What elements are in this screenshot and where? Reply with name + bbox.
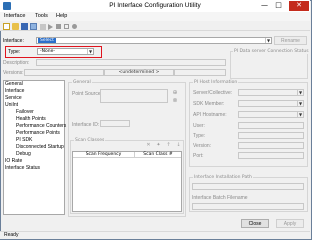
pi-server-status-title: PI Data server Connection Status xyxy=(233,49,310,54)
description-field[interactable] xyxy=(36,59,226,66)
delete-icon[interactable] xyxy=(40,24,46,30)
versions-field-left xyxy=(24,69,104,76)
chevron-down-icon: ▼ xyxy=(297,112,303,117)
col-scan-class[interactable]: Scan Class # xyxy=(135,152,181,158)
versions-field-right xyxy=(174,69,226,76)
nav-item-interface[interactable]: Interface xyxy=(5,88,24,94)
server-collective-select[interactable]: ▼ xyxy=(238,89,304,96)
chevron-down-icon: ▼ xyxy=(297,90,303,95)
nav-item-uniint[interactable]: UniInt xyxy=(5,102,18,108)
server-collective-label: Server/Collective: xyxy=(193,90,233,96)
install-path-title: Interface Installation Path xyxy=(193,175,253,180)
general-group-title: General xyxy=(72,80,92,85)
version-label: Version: xyxy=(193,143,212,149)
point-source-field[interactable] xyxy=(100,89,168,103)
nav-item-performance-counters[interactable]: Performance Counters xyxy=(16,123,66,129)
arrow-down-icon[interactable]: ↓ xyxy=(174,142,183,149)
interface-select[interactable]: Select ▼ xyxy=(36,37,272,44)
nav-item-general[interactable]: General xyxy=(5,81,23,87)
type-select-value: -None- xyxy=(40,49,55,54)
interface-label: Interface: xyxy=(3,38,24,44)
nav-item-health-points[interactable]: Health Points xyxy=(16,116,46,122)
nav-item-performance-points[interactable]: Performance Points xyxy=(16,130,60,136)
nav-item-debug[interactable]: Debug xyxy=(16,151,31,157)
type-info-field xyxy=(238,132,304,139)
stop-icon[interactable] xyxy=(56,24,61,29)
nav-item-disconnected-startup[interactable]: Disconnected Startup xyxy=(16,144,64,150)
type-info-label: Type: xyxy=(193,133,206,139)
start-icon[interactable] xyxy=(48,24,53,30)
chevron-down-icon: ▼ xyxy=(87,49,93,54)
nav-item-service[interactable]: Service xyxy=(5,95,22,101)
batch-filename-label: Interface Batch Filename xyxy=(192,195,248,201)
status-text: Ready xyxy=(4,232,19,238)
api-hostname-label: API Hostname: xyxy=(193,112,227,118)
maximize-button[interactable]: □ xyxy=(272,1,285,11)
toolbar xyxy=(0,21,310,31)
close-button[interactable]: Close xyxy=(241,219,269,228)
add-icon[interactable]: ⊕ xyxy=(171,89,179,96)
nav-item-interface-status[interactable]: Interface Status xyxy=(5,165,40,171)
api-hostname-select[interactable]: ▼ xyxy=(238,111,304,118)
remove-icon[interactable]: ⊗ xyxy=(171,97,179,104)
arrow-up-icon[interactable]: ↑ xyxy=(164,142,173,149)
chevron-down-icon: ▼ xyxy=(265,38,271,43)
refresh-icon[interactable] xyxy=(72,24,77,29)
type-select[interactable]: -None- ▼ xyxy=(37,48,94,55)
interface-id-label: Interface ID: xyxy=(72,122,100,128)
sdk-member-select[interactable]: ▼ xyxy=(238,100,304,107)
user-label: User: xyxy=(193,123,205,129)
interface-id-field[interactable] xyxy=(100,120,130,127)
type-label: Type: xyxy=(8,49,21,55)
open-folder-icon[interactable] xyxy=(12,23,19,30)
minimize-button[interactable]: — xyxy=(258,1,271,11)
scan-classes-table xyxy=(72,151,182,212)
batch-filename-field xyxy=(192,203,304,210)
versions-label: Versions: xyxy=(3,70,24,76)
nav-item-pi-sdk[interactable]: PI SDK xyxy=(16,137,32,143)
install-path-field xyxy=(192,183,304,190)
pi-server-status-group: PI Data server Connection Status xyxy=(230,49,310,79)
user-field xyxy=(238,122,304,129)
rename-button[interactable]: Rename xyxy=(274,36,307,45)
description-label: Description: xyxy=(3,60,30,66)
point-source-label: Point Source: xyxy=(72,91,103,97)
versions-value: <undetermined > xyxy=(104,69,174,76)
scan-classes-title: Scan Classes xyxy=(74,138,106,143)
sdk-member-label: SDK Member: xyxy=(193,101,225,107)
new-icon[interactable] xyxy=(3,23,10,30)
port-field xyxy=(238,152,304,159)
restart-icon[interactable] xyxy=(64,24,69,29)
apply-button[interactable]: Apply xyxy=(276,219,304,228)
nav-item-failover[interactable]: Failover xyxy=(16,109,34,115)
nav-item-io-rate[interactable]: IO Rate xyxy=(5,158,22,164)
pi-host-title: PI Host Information xyxy=(193,80,239,85)
interface-select-value: Select xyxy=(38,38,56,43)
save-all-icon[interactable] xyxy=(30,23,37,30)
menu-interface[interactable]: Interface xyxy=(4,13,25,19)
close-window-button[interactable]: ✕ xyxy=(289,1,309,11)
col-scan-frequency[interactable]: Scan Frequency xyxy=(73,152,135,158)
version-field xyxy=(238,142,304,149)
scan-delete-icon[interactable]: ✕ xyxy=(144,142,153,149)
port-label: Port: xyxy=(193,153,204,159)
chevron-down-icon: ▼ xyxy=(297,101,303,106)
menu-tools[interactable]: Tools xyxy=(35,13,48,19)
menu-help[interactable]: Help xyxy=(56,13,67,19)
status-bar xyxy=(0,231,310,239)
scan-add-icon[interactable]: ✦ xyxy=(154,142,163,149)
save-icon[interactable] xyxy=(21,23,28,30)
